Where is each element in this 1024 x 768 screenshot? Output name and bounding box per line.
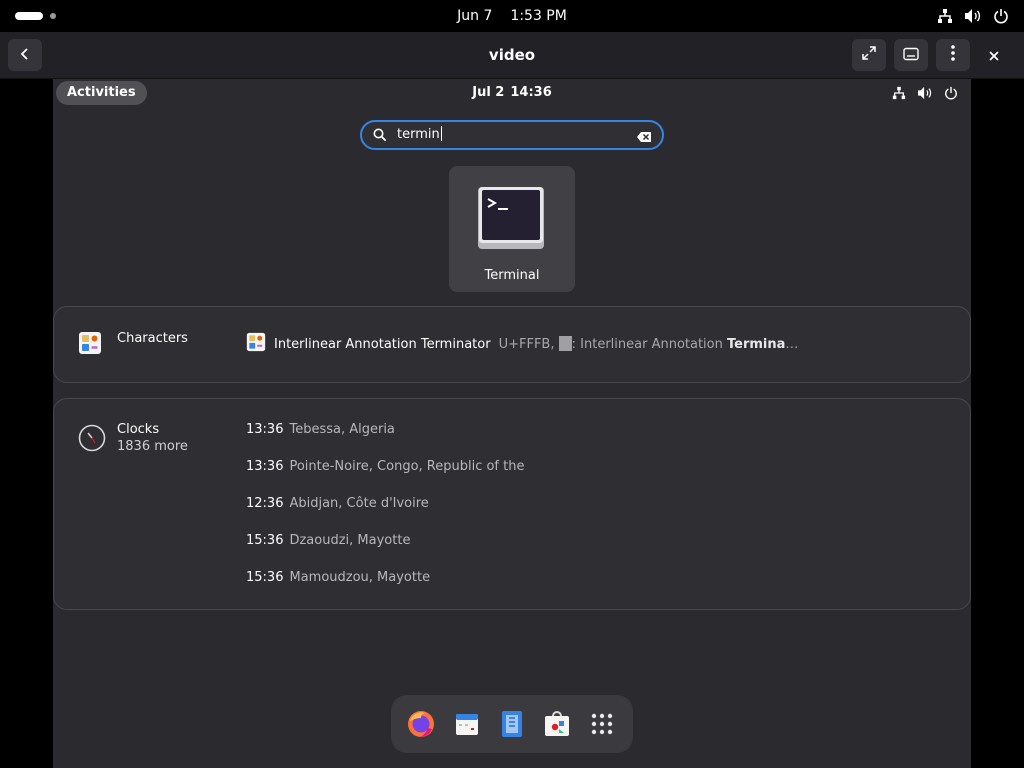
- character-result-description: U+FFFB, : Interlinear Annotation Termina…: [498, 336, 799, 352]
- dash: [391, 695, 633, 753]
- clock-place: Dzaoudzi, Mayotte: [289, 533, 411, 548]
- vm-date: Jul 2: [472, 85, 505, 100]
- vm-time: 14:36: [510, 85, 552, 100]
- character-glyph-box: [558, 336, 572, 351]
- character-desc-suffix: …: [785, 337, 799, 352]
- clock-place: Pointe-Noire, Congo, Republic of the: [289, 459, 525, 474]
- fullscreen-icon: [861, 45, 877, 65]
- characters-provider-name: Characters: [117, 331, 188, 346]
- clock-time: 15:36: [246, 570, 284, 585]
- clocks-results-card: Clocks 1836 more 13:36 Tebessa, Algeria 1…: [53, 398, 971, 610]
- clock-place: Tebessa, Algeria: [289, 422, 395, 437]
- character-code: U+FFFB,: [498, 337, 555, 352]
- character-result-item[interactable]: Interlinear Annotation Terminator U+FFFB…: [246, 332, 798, 356]
- host-date: Jun 7: [457, 8, 493, 24]
- characters-app-icon: [78, 331, 102, 359]
- character-desc-match: Termina: [727, 337, 786, 352]
- clocks-provider-name: Clocks: [117, 422, 160, 437]
- vm-clock[interactable]: Jul 2 14:36: [53, 79, 971, 107]
- vertical-dots-icon: [951, 45, 955, 65]
- app-grid-icon[interactable]: [586, 708, 618, 740]
- clock-time: 12:36: [246, 496, 284, 511]
- clear-search-icon[interactable]: [636, 128, 652, 147]
- search-input[interactable]: termin: [360, 120, 664, 150]
- text-caret: [440, 126, 442, 141]
- keyboard-button[interactable]: [894, 39, 928, 71]
- volume-icon: [964, 7, 982, 25]
- vm-screen[interactable]: Activities Jul 2 14:36 termin Terminal C…: [53, 79, 971, 768]
- vm-top-bar: Activities Jul 2 14:36: [53, 79, 971, 107]
- host-top-bar: Jun 7 1:53 PM: [0, 0, 1024, 32]
- clock-result-row[interactable]: 15:36 Dzaoudzi, Mayotte: [246, 533, 410, 548]
- firefox-icon[interactable]: [405, 708, 437, 740]
- characters-small-icon: [246, 332, 266, 356]
- close-button[interactable]: [978, 39, 1010, 71]
- software-store-icon[interactable]: [541, 708, 573, 740]
- clocks-app-icon: [78, 424, 106, 456]
- host-clock[interactable]: Jun 7 1:53 PM: [0, 0, 1024, 32]
- network-icon: [891, 85, 907, 101]
- character-colon: :: [571, 337, 577, 352]
- host-time: 1:53 PM: [510, 8, 567, 24]
- app-result-label: Terminal: [484, 268, 540, 283]
- characters-results-card: Characters Interlinear Annotation Termin…: [53, 306, 971, 383]
- host-status-area[interactable]: [936, 7, 1010, 25]
- fullscreen-button[interactable]: [852, 39, 886, 71]
- search-icon: [373, 127, 387, 146]
- clock-place: Mamoudzou, Mayotte: [289, 570, 431, 585]
- close-icon: [989, 46, 999, 65]
- keyboard-icon: [903, 46, 919, 65]
- text-editor-icon[interactable]: [496, 708, 528, 740]
- clock-result-row[interactable]: 12:36 Abidjan, Côte d'Ivoire: [246, 496, 429, 511]
- calendar-icon[interactable]: [451, 708, 483, 740]
- volume-icon: [917, 85, 933, 101]
- clock-time: 15:36: [246, 533, 284, 548]
- menu-button[interactable]: [936, 39, 970, 71]
- terminal-icon: [476, 185, 546, 253]
- power-icon: [992, 7, 1010, 25]
- window-header-bar: video: [0, 32, 1024, 79]
- app-result-terminal[interactable]: Terminal: [449, 166, 575, 292]
- vm-status-area[interactable]: [891, 85, 959, 101]
- clock-result-row[interactable]: 15:36 Mamoudzou, Mayotte: [246, 570, 430, 585]
- clock-time: 13:36: [246, 422, 284, 437]
- character-result-title: Interlinear Annotation Terminator: [274, 336, 491, 352]
- clock-place: Abidjan, Côte d'Ivoire: [289, 496, 429, 511]
- character-desc-prefix: Interlinear Annotation: [580, 337, 723, 352]
- search-text: termin: [397, 127, 440, 142]
- clock-result-row[interactable]: 13:36 Tebessa, Algeria: [246, 422, 395, 437]
- clocks-more-count: 1836 more: [117, 439, 188, 454]
- power-icon: [943, 85, 959, 101]
- clock-result-row[interactable]: 13:36 Pointe-Noire, Congo, Republic of th…: [246, 459, 524, 474]
- clock-time: 13:36: [246, 459, 284, 474]
- network-icon: [936, 7, 954, 25]
